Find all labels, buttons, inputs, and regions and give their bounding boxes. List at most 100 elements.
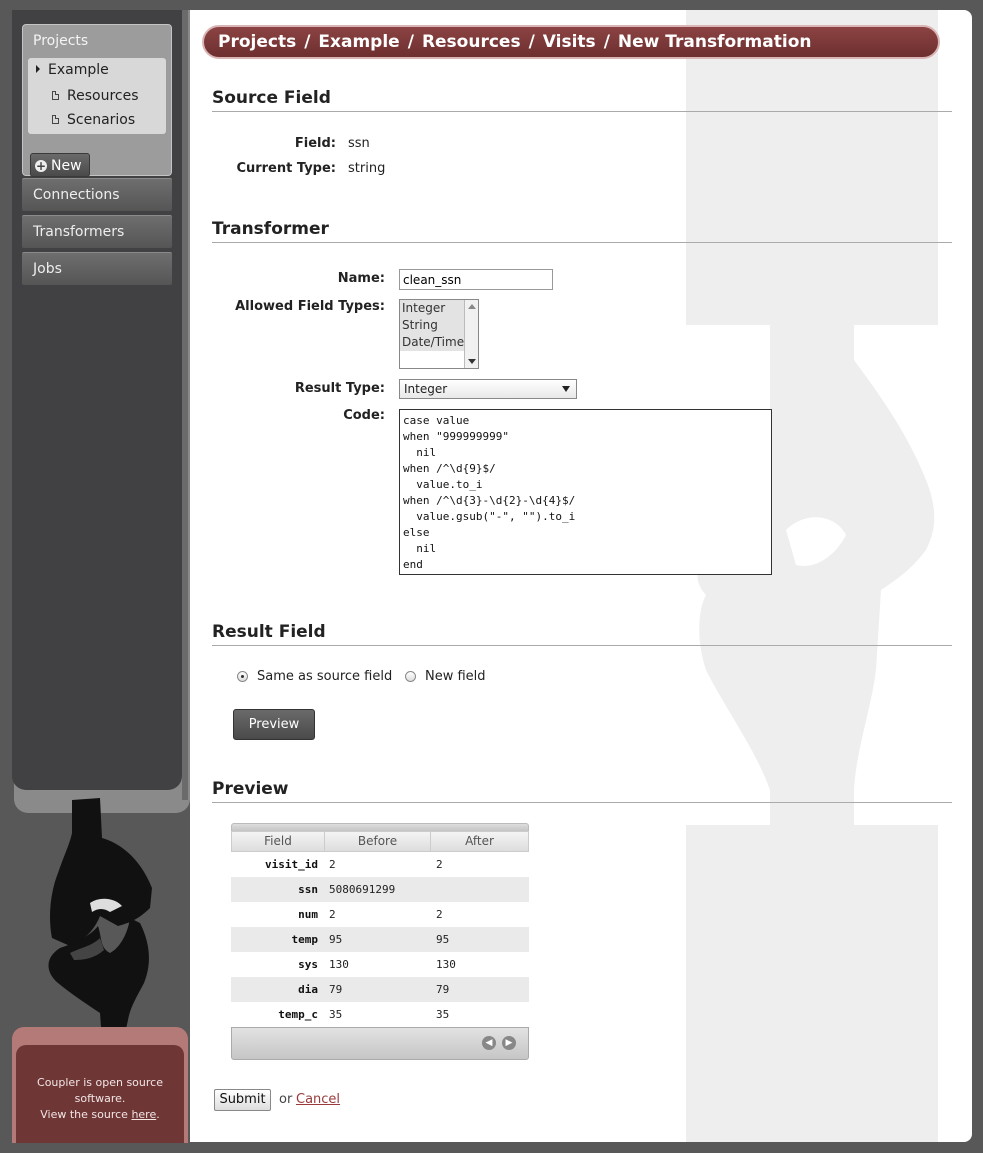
row-before: 130 — [329, 958, 349, 971]
code-editor[interactable]: case value when "999999999" nil when /^\… — [399, 409, 772, 575]
row-after: 2 — [436, 858, 443, 871]
preview-heading: Preview — [212, 779, 952, 803]
row-after: 130 — [436, 958, 456, 971]
row-after: 95 — [436, 933, 450, 946]
breadcrumb: Projects / Example / Resources / Visits / New Tr… — [202, 25, 940, 59]
footer-panel: Coupler is open source software. View th… — [12, 1027, 188, 1143]
nav-item-jobs[interactable]: Jobs — [22, 252, 172, 285]
row-field: temp — [291, 933, 319, 946]
submit-button[interactable]: Submit — [214, 1089, 271, 1111]
row-before: 2 — [329, 858, 336, 871]
or-text: or — [279, 1092, 293, 1107]
current-type-label: Current Type: — [236, 161, 336, 176]
row-before: 95 — [329, 933, 343, 946]
logo-watermark-icon — [686, 10, 938, 1142]
row-field: visit_id — [265, 858, 318, 871]
nav-item-transformers[interactable]: Transformers — [22, 215, 172, 248]
project-item-label: Example — [48, 62, 109, 78]
plus-icon: + — [35, 159, 47, 173]
project-item-resources[interactable]: Resources — [52, 88, 139, 104]
new-field-radio[interactable] — [405, 671, 416, 682]
same-as-source-label[interactable]: Same as source field — [257, 669, 392, 684]
row-after: 79 — [436, 983, 450, 996]
footer-line: software. — [74, 1092, 126, 1105]
preview-table: Field Before After visit_id 2 2 ssn 5080… — [231, 823, 529, 1060]
row-field: ssn — [298, 883, 318, 896]
sidebar-divider — [182, 10, 188, 800]
footer-text: Coupler is open source software. View th… — [16, 1045, 184, 1143]
row-field: num — [298, 908, 318, 921]
table-row: sys 130 130 — [231, 952, 529, 977]
row-field: dia — [298, 983, 318, 996]
row-field: temp_c — [278, 1008, 318, 1021]
table-row: temp 95 95 — [231, 927, 529, 952]
listbox-option[interactable]: Integer — [400, 300, 465, 317]
table-row: dia 79 79 — [231, 977, 529, 1002]
footer-line: View the source here. — [40, 1108, 160, 1121]
table-header: Field Before After — [231, 831, 529, 852]
column-header-after[interactable]: After — [431, 832, 528, 851]
document-icon — [52, 91, 59, 100]
project-item-label: Scenarios — [67, 112, 136, 128]
listbox-option[interactable]: Date/Time — [400, 334, 465, 351]
field-label: Field: — [294, 136, 336, 151]
projects-title[interactable]: Projects — [33, 33, 88, 49]
result-type-select[interactable]: Integer — [399, 379, 577, 399]
breadcrumb-item-example[interactable]: Example — [318, 32, 399, 52]
source-field-heading: Source Field — [212, 88, 952, 112]
project-item-scenarios[interactable]: Scenarios — [52, 112, 135, 128]
name-label: Name: — [337, 271, 385, 286]
sidebar: Projects Example Resources Scenarios + Ne… — [12, 10, 182, 790]
code-label: Code: — [343, 408, 385, 423]
main-content: Projects / Example / Resources / Visits / New Tr… — [190, 10, 972, 1142]
chevron-down-icon — [562, 386, 570, 392]
result-type-label: Result Type: — [294, 381, 385, 396]
new-field-label[interactable]: New field — [425, 669, 486, 684]
breadcrumb-item-resources[interactable]: Resources — [422, 32, 521, 52]
projects-panel: Projects Example Resources Scenarios + Ne… — [22, 24, 172, 177]
project-item-example[interactable]: Example — [36, 62, 109, 78]
table-top-bar — [231, 823, 529, 831]
breadcrumb-item-current: New Transformation — [617, 32, 812, 52]
footer-line: Coupler is open source — [37, 1076, 163, 1089]
table-row: ssn 5080691299 — [231, 877, 529, 902]
cancel-link[interactable]: Cancel — [296, 1092, 340, 1107]
scroll-up-icon[interactable] — [468, 304, 476, 309]
row-after: 35 — [436, 1008, 450, 1021]
row-after: 2 — [436, 908, 443, 921]
name-input[interactable] — [399, 269, 553, 290]
result-field-heading: Result Field — [212, 622, 952, 646]
source-link[interactable]: here — [131, 1108, 156, 1121]
allowed-field-types-listbox[interactable]: Integer String Date/Time — [399, 299, 479, 369]
row-before: 2 — [329, 908, 336, 921]
row-before: 79 — [329, 983, 343, 996]
next-page-icon[interactable]: ▶ — [502, 1036, 516, 1050]
triangle-right-icon — [36, 65, 40, 73]
transformer-heading: Transformer — [212, 219, 952, 243]
listbox-scrollbar[interactable] — [464, 300, 478, 368]
current-type-value: string — [348, 161, 386, 176]
previous-page-icon[interactable]: ◀ — [482, 1036, 496, 1050]
row-before: 35 — [329, 1008, 343, 1021]
document-icon — [52, 115, 59, 124]
new-project-button[interactable]: + New — [30, 153, 90, 177]
table-row: num 2 2 — [231, 902, 529, 927]
column-header-before[interactable]: Before — [325, 832, 431, 851]
breadcrumb-item-visits[interactable]: Visits — [543, 32, 596, 52]
scroll-down-icon[interactable] — [468, 359, 476, 364]
coupler-logo-icon — [48, 798, 152, 1041]
new-button-label: New — [51, 158, 82, 174]
breadcrumb-item-projects[interactable]: Projects — [218, 32, 296, 52]
column-header-field[interactable]: Field — [232, 832, 325, 851]
table-row: temp_c 35 35 — [231, 1002, 529, 1027]
result-type-value: Integer — [404, 382, 448, 396]
preview-button[interactable]: Preview — [233, 709, 315, 740]
table-pager: ◀ ▶ — [231, 1027, 529, 1060]
same-as-source-radio[interactable] — [237, 671, 248, 682]
listbox-option[interactable]: String — [400, 317, 465, 334]
row-field: sys — [298, 958, 318, 971]
row-before: 5080691299 — [329, 883, 396, 896]
project-item-label: Resources — [67, 88, 139, 104]
table-row: visit_id 2 2 — [231, 852, 529, 877]
nav-item-connections[interactable]: Connections — [22, 178, 172, 211]
